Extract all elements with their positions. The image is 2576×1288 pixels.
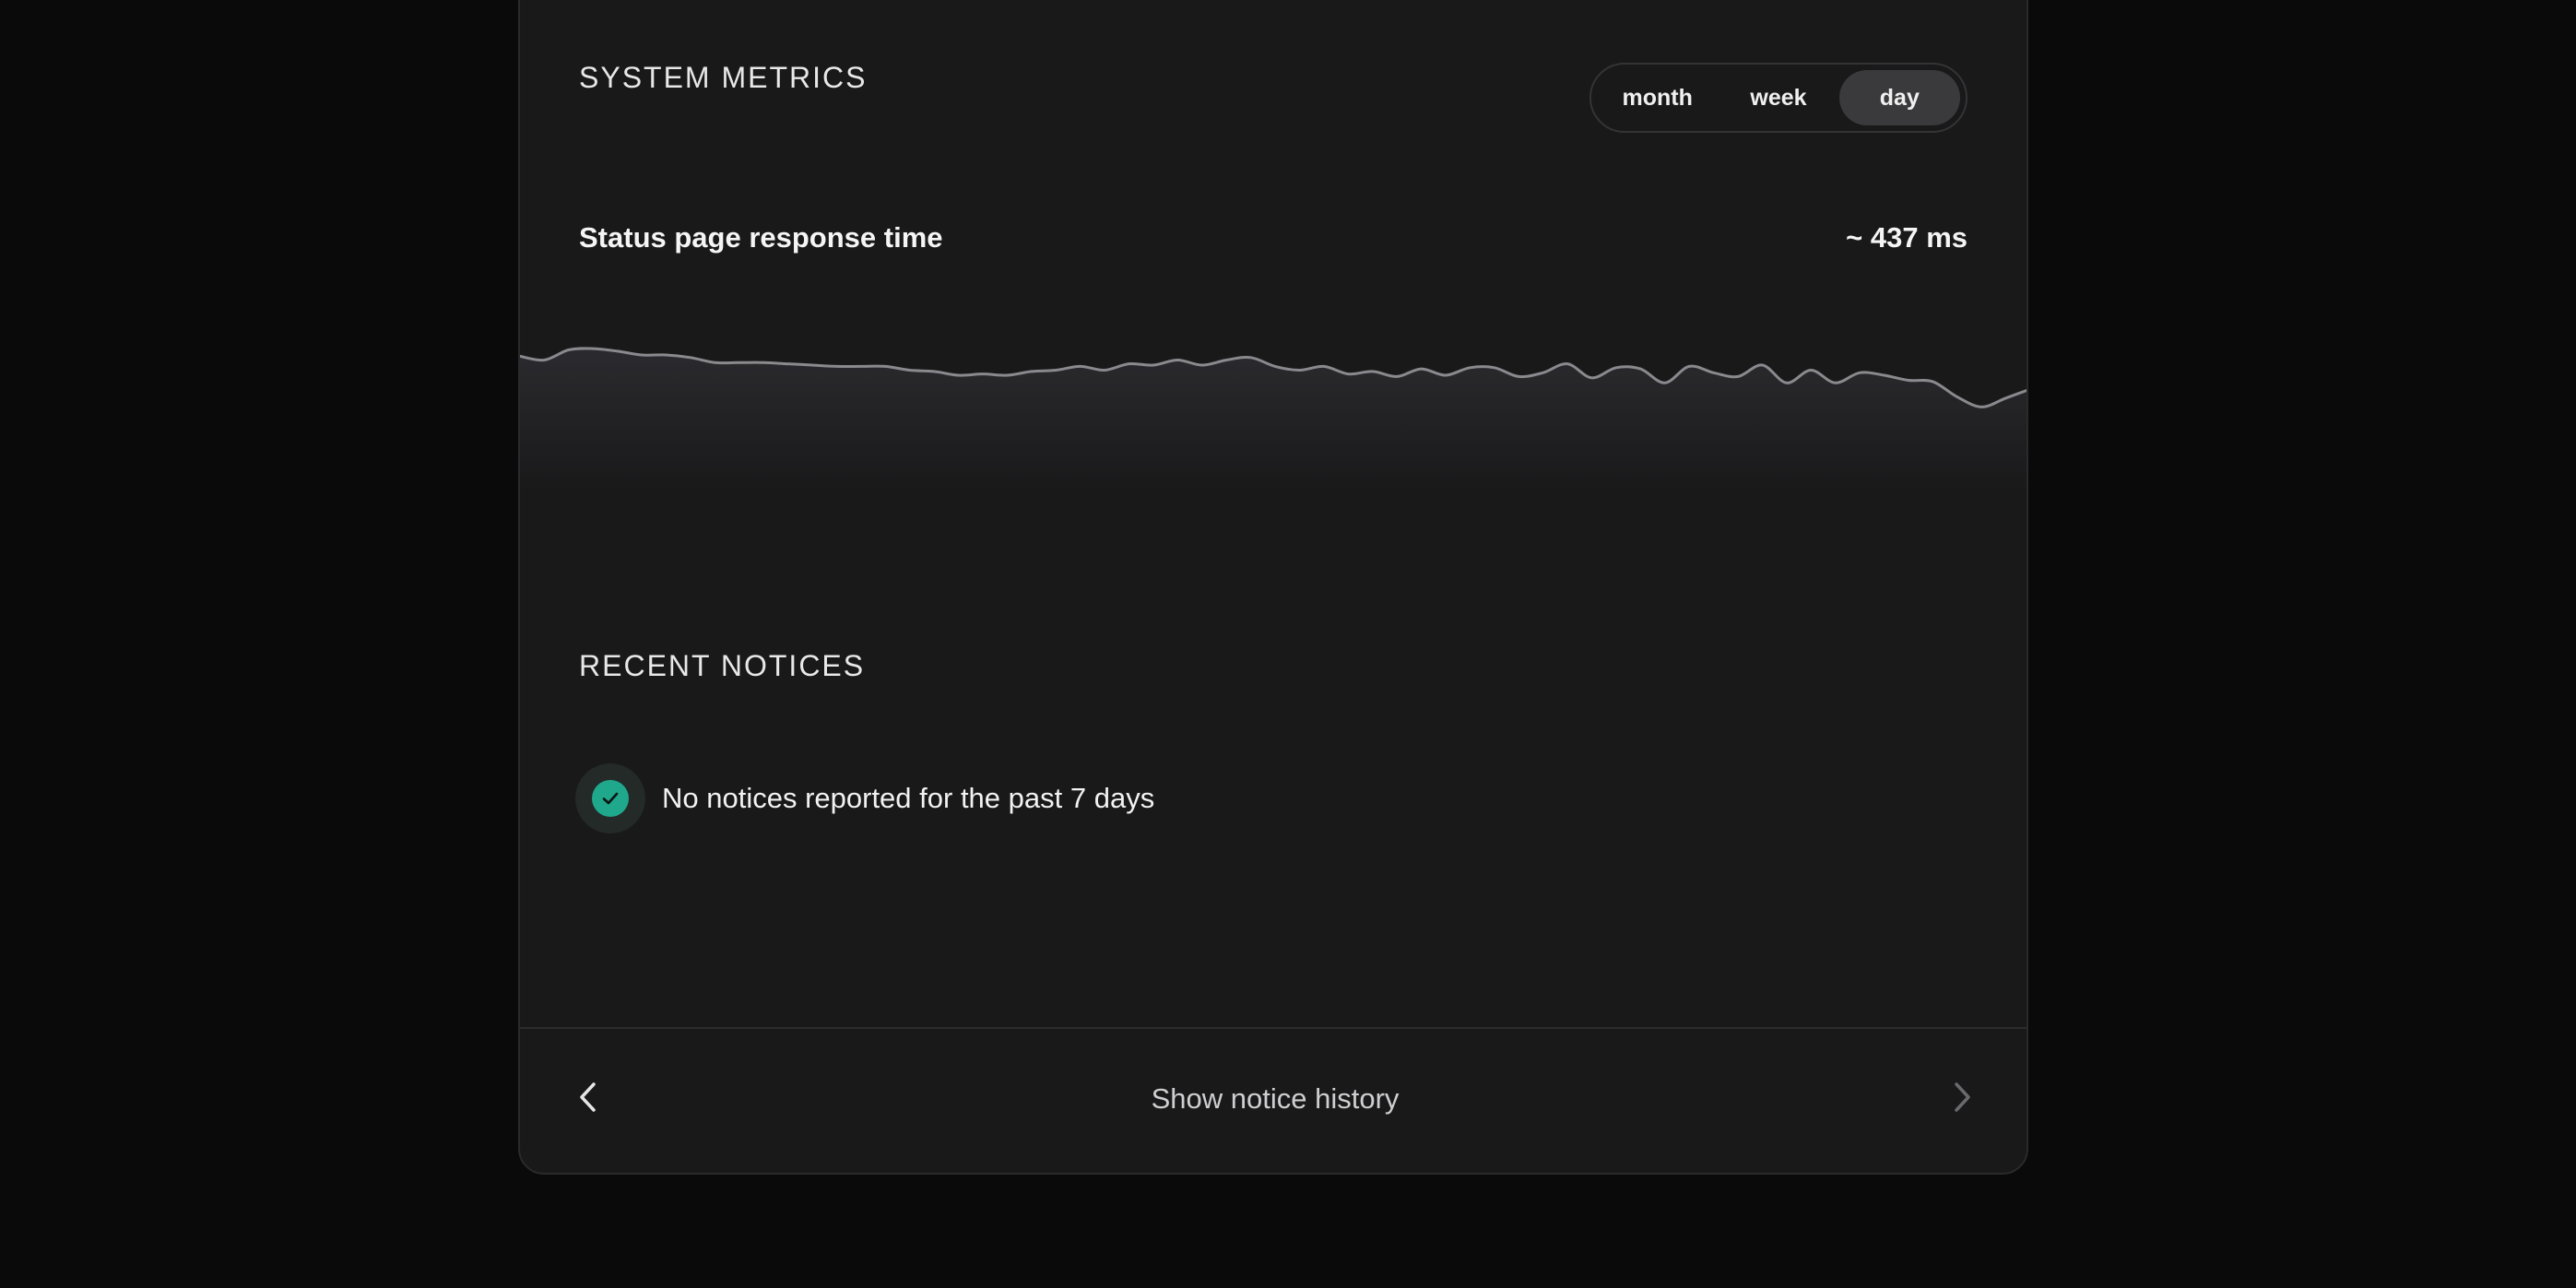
recent-notices-title: RECENT NOTICES (579, 649, 866, 682)
chevron-right-icon[interactable] (1944, 1079, 1980, 1116)
notice-history-footer: Show notice history (520, 1027, 2027, 1173)
range-selector: month week day (1589, 63, 1967, 133)
notice-message: No notices reported for the past 7 days (662, 782, 1155, 814)
notice-item: No notices reported for the past 7 days (575, 763, 1154, 833)
show-notice-history-link[interactable]: Show notice history (520, 1082, 2027, 1116)
range-day-button[interactable]: day (1838, 70, 1960, 125)
response-time-chart (520, 347, 2027, 490)
metric-label: Status page response time (579, 221, 943, 254)
system-metrics-title: SYSTEM METRICS (579, 61, 868, 94)
metric-value: ~ 437 ms (1846, 221, 1967, 254)
range-week-button[interactable]: week (1718, 70, 1838, 125)
status-card: SYSTEM METRICS month week day Status pag… (518, 0, 2028, 1175)
range-month-button[interactable]: month (1597, 70, 1718, 125)
chart-area-fill (520, 348, 2027, 490)
check-circle-icon (575, 763, 645, 833)
